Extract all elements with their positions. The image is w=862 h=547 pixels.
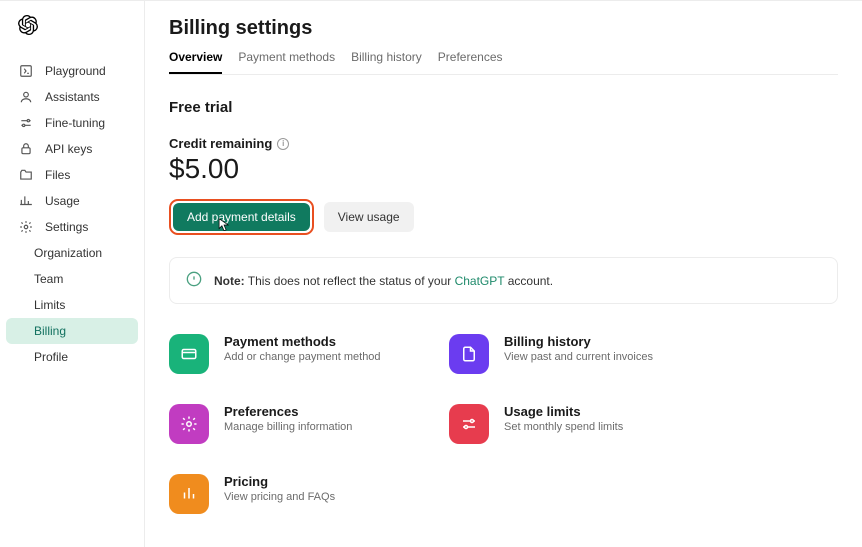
sidebar-label: Profile: [34, 350, 68, 364]
button-row: Add payment details View usage: [169, 199, 838, 235]
sidebar-item-finetuning[interactable]: Fine-tuning: [0, 110, 144, 136]
sidebar-label: API keys: [45, 142, 92, 156]
files-icon: [18, 168, 34, 182]
card-title: Usage limits: [504, 404, 623, 419]
trial-heading: Free trial: [169, 99, 838, 116]
sidebar-item-files[interactable]: Files: [0, 162, 144, 188]
tab-billing-history[interactable]: Billing history: [351, 50, 422, 74]
assistants-icon: [18, 90, 34, 104]
sidebar-label: Playground: [45, 64, 106, 78]
playground-icon: [18, 64, 34, 78]
card-icon-history: [449, 334, 489, 374]
finetuning-icon: [18, 116, 34, 130]
card-desc: Manage billing information: [224, 421, 352, 433]
sidebar-item-apikeys[interactable]: API keys: [0, 136, 144, 162]
openai-logo-icon: [18, 15, 38, 35]
card-title: Pricing: [224, 474, 335, 489]
card-desc: View pricing and FAQs: [224, 491, 335, 503]
sidebar-label: Files: [45, 168, 70, 182]
sidebar-label: Organization: [34, 246, 102, 260]
sidebar-item-usage[interactable]: Usage: [0, 188, 144, 214]
card-pricing[interactable]: Pricing View pricing and FAQs: [169, 474, 439, 514]
card-icon-payment: [169, 334, 209, 374]
sidebar-label: Billing: [34, 324, 66, 338]
usage-icon: [18, 194, 34, 208]
card-desc: Add or change payment method: [224, 351, 381, 363]
sidebar-label: Limits: [34, 298, 65, 312]
sidebar-label: Settings: [45, 220, 88, 234]
note-before: This does not reflect the status of your: [248, 274, 455, 288]
credit-remaining-label: Credit remaining i: [169, 136, 838, 151]
card-desc: Set monthly spend limits: [504, 421, 623, 433]
sidebar-item-assistants[interactable]: Assistants: [0, 84, 144, 110]
card-preferences[interactable]: Preferences Manage billing information: [169, 404, 439, 444]
card-desc: View past and current invoices: [504, 351, 653, 363]
add-payment-label: Add payment details: [187, 210, 296, 224]
logo[interactable]: [0, 15, 144, 38]
cursor-icon: [218, 218, 230, 235]
credit-label-text: Credit remaining: [169, 136, 272, 151]
main-content: Billing settings Overview Payment method…: [145, 1, 862, 547]
sidebar-subitem-limits[interactable]: Limits: [0, 292, 144, 318]
card-payment-methods[interactable]: Payment methods Add or change payment me…: [169, 334, 439, 374]
note-after: account.: [504, 274, 553, 288]
tab-preferences[interactable]: Preferences: [438, 50, 503, 74]
highlight-box: Add payment details: [169, 199, 314, 235]
sidebar-label: Usage: [45, 194, 80, 208]
card-billing-history[interactable]: Billing history View past and current in…: [449, 334, 719, 374]
sidebar-item-settings[interactable]: Settings: [0, 214, 144, 240]
cards-grid: Payment methods Add or change payment me…: [169, 334, 838, 514]
chatgpt-link[interactable]: ChatGPT: [455, 274, 505, 288]
page-title: Billing settings: [169, 17, 838, 40]
note-box: Note: This does not reflect the status o…: [169, 257, 838, 304]
credit-amount: $5.00: [169, 153, 838, 185]
sidebar-label: Assistants: [45, 90, 100, 104]
settings-icon: [18, 220, 34, 234]
card-usage-limits[interactable]: Usage limits Set monthly spend limits: [449, 404, 719, 444]
card-icon-pricing: [169, 474, 209, 514]
sidebar-label: Fine-tuning: [45, 116, 105, 130]
note-info-icon: [186, 271, 202, 290]
sidebar-subitem-organization[interactable]: Organization: [0, 240, 144, 266]
sidebar-subitem-billing[interactable]: Billing: [6, 318, 138, 344]
card-icon-limits: [449, 404, 489, 444]
sidebar-subitem-team[interactable]: Team: [0, 266, 144, 292]
tab-overview[interactable]: Overview: [169, 50, 222, 74]
info-icon[interactable]: i: [277, 138, 289, 150]
tabs: Overview Payment methods Billing history…: [169, 50, 838, 75]
card-title: Billing history: [504, 334, 653, 349]
card-icon-preferences: [169, 404, 209, 444]
note-prefix: Note:: [214, 274, 245, 288]
add-payment-button[interactable]: Add payment details: [173, 203, 310, 231]
tab-payment-methods[interactable]: Payment methods: [238, 50, 335, 74]
note-text: Note: This does not reflect the status o…: [214, 274, 553, 288]
sidebar-subitem-profile[interactable]: Profile: [0, 344, 144, 370]
card-title: Payment methods: [224, 334, 381, 349]
apikeys-icon: [18, 142, 34, 156]
card-title: Preferences: [224, 404, 352, 419]
sidebar-item-playground[interactable]: Playground: [0, 58, 144, 84]
sidebar: Playground Assistants Fine-tuning API ke…: [0, 1, 145, 547]
sidebar-label: Team: [34, 272, 63, 286]
view-usage-button[interactable]: View usage: [324, 202, 414, 232]
